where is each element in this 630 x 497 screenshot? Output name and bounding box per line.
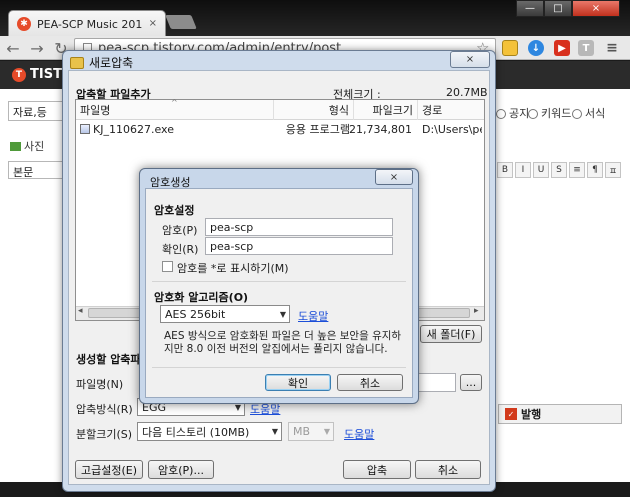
confirm-password-input[interactable]: pea-scp [205, 237, 393, 255]
show-password-label[interactable]: 암호를 *로 표시하기(M) [177, 260, 289, 276]
format-strike-button[interactable]: S [551, 162, 567, 178]
menu-icon[interactable]: ≡ [604, 40, 620, 56]
radio-notice[interactable]: 공지 [496, 105, 529, 121]
split-size-value: 다음 티스토리 (10MB) [142, 425, 250, 439]
publish-icon: ✓ [505, 408, 517, 420]
sort-ascending-icon: ^ [171, 98, 178, 107]
scroll-left-icon[interactable]: ◂ [78, 306, 83, 316]
format-italic-button[interactable]: I [515, 162, 531, 178]
file-row-name[interactable]: KJ_110627.exe [80, 122, 174, 136]
t-icon[interactable]: T [578, 40, 594, 56]
browse-button[interactable]: ... [460, 374, 482, 391]
media-icon[interactable]: ▶ [554, 40, 570, 56]
publish-label: 발행 [521, 408, 542, 421]
advanced-settings-button[interactable]: 고급설정(E) [75, 460, 143, 479]
back-icon[interactable]: ← [2, 38, 24, 58]
exe-file-icon [80, 124, 90, 134]
split-help-link[interactable]: 도움말 [344, 426, 374, 442]
format-paragraph-button[interactable]: ¶ [587, 162, 603, 178]
file-row-path: D:\Users\pea [422, 122, 482, 136]
algorithm-description-line-1: AES 방식으로 암호화된 파일은 더 높은 보안을 유지하 [164, 330, 402, 342]
bookmark-icon[interactable] [502, 40, 518, 56]
separator [152, 281, 406, 282]
split-unit-select[interactable]: MB ▼ [288, 422, 334, 441]
password-dialog-close-button[interactable]: × [375, 169, 413, 185]
filename-label: 파일명(N) [76, 378, 124, 391]
password-ok-button[interactable]: 확인 [265, 374, 331, 391]
photo-button[interactable]: 사진 [10, 138, 44, 154]
category-select[interactable]: 자료,등 [8, 101, 64, 121]
format-bold-button[interactable]: B [497, 162, 513, 178]
algorithm-description-line-2: 지만 8.0 이전 버전의 알집에서는 풀리지 않습니다. [164, 343, 388, 355]
total-size-value: 20.7MB [446, 86, 488, 99]
body-style-select[interactable]: 본문 [8, 161, 64, 179]
algorithm-value: AES 256bit [165, 307, 226, 321]
output-section-label: 생성할 압축파 [76, 353, 141, 366]
new-folder-button[interactable]: 새 폴더(F) [420, 325, 482, 343]
forward-icon[interactable]: → [26, 38, 48, 58]
dropdown-arrow-icon: ▼ [279, 309, 286, 319]
download-icon[interactable]: ↓ [528, 40, 544, 56]
tistory-logo-icon: T [12, 67, 26, 82]
password-cancel-button[interactable]: 취소 [337, 374, 403, 391]
password-button[interactable]: 암호(P)... [148, 460, 214, 479]
compress-button[interactable]: 압축 [343, 460, 411, 479]
format-toolbar: B I U S ≡ ¶ ㅍ [497, 162, 621, 178]
radio-format[interactable]: 서식 [572, 105, 605, 121]
split-unit-value: MB [293, 425, 311, 438]
tab-title: PEA-SCP Music 2011 :: 등 [37, 17, 143, 31]
new-tab-button[interactable] [165, 15, 197, 29]
window-minimize-button[interactable]: — [516, 0, 544, 17]
photo-icon [10, 141, 21, 151]
column-header-size[interactable]: 파일크기 [354, 100, 418, 120]
file-row-type: 응용 프로그램 [285, 123, 350, 136]
compress-cancel-button[interactable]: 취소 [415, 460, 481, 479]
folder-icon [70, 56, 84, 69]
column-header-path[interactable]: 경로 [418, 100, 484, 120]
algorithm-help-link[interactable]: 도움말 [298, 308, 328, 324]
show-password-checkbox[interactable] [162, 261, 173, 272]
password-label: 암호(P) [162, 224, 198, 237]
format-font-button[interactable]: ㅍ [605, 162, 621, 178]
browser-tab[interactable]: ✱ PEA-SCP Music 2011 :: 등 × [8, 10, 166, 36]
dropdown-arrow-icon: ▼ [271, 427, 278, 436]
format-align-button[interactable]: ≡ [569, 162, 585, 178]
compress-window-close-button[interactable]: × [450, 51, 490, 68]
window-maximize-button[interactable]: □ [544, 0, 572, 17]
confirm-label: 확인(R) [162, 243, 199, 256]
publish-button[interactable]: ✓ 발행 [498, 404, 622, 424]
file-row-size: 21,734,801 [349, 122, 412, 136]
password-input[interactable]: pea-scp [205, 218, 393, 236]
window-close-button[interactable]: × [572, 0, 620, 17]
column-header-type[interactable]: 형식 [274, 100, 354, 120]
password-settings-label: 암호설정 [154, 204, 195, 217]
format-underline-button[interactable]: U [533, 162, 549, 178]
radio-keyword[interactable]: 키워드 [528, 105, 571, 121]
split-size-select[interactable]: 다음 티스토리 (10MB) ▼ [137, 422, 282, 441]
split-label: 분할크기(S) [76, 428, 133, 441]
separator [152, 367, 406, 368]
filename-input[interactable] [418, 373, 456, 392]
scroll-right-icon[interactable]: ▸ [474, 306, 479, 316]
tistory-logo-icon: ✱ [17, 16, 31, 31]
algorithm-label: 암호화 알고리즘(O) [154, 291, 249, 304]
tab-close-icon[interactable]: × [149, 18, 157, 29]
compress-window-title: 새로압축 [70, 54, 133, 71]
algorithm-select[interactable]: AES 256bit ▼ [160, 305, 290, 323]
method-label: 압축방식(R) [76, 403, 133, 416]
dropdown-arrow-icon: ▼ [323, 427, 330, 436]
